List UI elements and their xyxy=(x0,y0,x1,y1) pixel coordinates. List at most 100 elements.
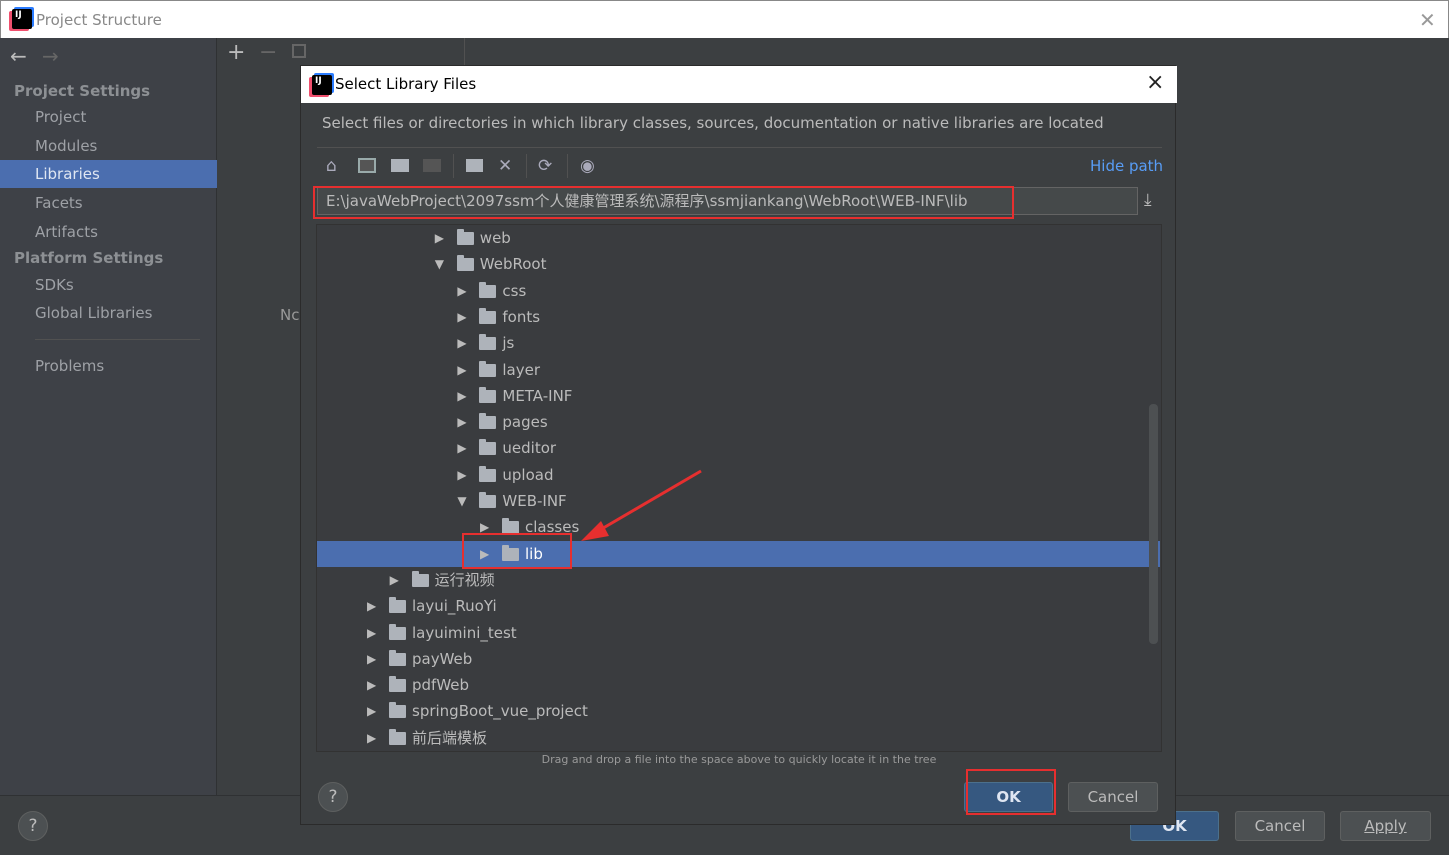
chevron-right-icon[interactable]: ▶ xyxy=(457,330,466,356)
home-icon[interactable]: ⌂ xyxy=(326,156,337,176)
annotation-highlight-path xyxy=(313,186,1014,219)
help-button[interactable]: ? xyxy=(18,811,48,841)
chevron-right-icon[interactable]: ▶ xyxy=(367,593,376,619)
chevron-right-icon[interactable]: ▶ xyxy=(390,567,399,593)
hide-path-link[interactable]: Hide path xyxy=(1090,157,1163,175)
chevron-right-icon[interactable]: ▶ xyxy=(435,225,444,251)
tree-node-label: js xyxy=(502,334,515,353)
sidebar-item-artifacts[interactable]: Artifacts xyxy=(0,218,217,246)
forward-arrow-icon[interactable]: → xyxy=(42,44,59,68)
tree-node[interactable]: ▶ pdfWeb xyxy=(317,672,1160,698)
show-hidden-icon[interactable]: ◉ xyxy=(580,156,595,176)
sidebar-item-problems[interactable]: Problems xyxy=(0,352,217,380)
divider xyxy=(35,339,200,340)
folder-icon xyxy=(479,492,497,508)
nothing-to-show-text: Nc xyxy=(280,306,300,324)
tree-node-label: layui_RuoYi xyxy=(412,597,497,616)
tree-node-label: META-INF xyxy=(502,386,573,405)
tree-node[interactable]: ▶ css xyxy=(317,278,1160,304)
tree-scrollbar[interactable] xyxy=(1149,404,1158,644)
tree-node[interactable]: ▶ springBoot_vue_project xyxy=(317,698,1160,724)
chevron-right-icon[interactable]: ▶ xyxy=(367,620,376,646)
chevron-right-icon[interactable]: ▶ xyxy=(457,462,466,488)
folder-icon xyxy=(411,570,429,587)
add-icon[interactable]: + xyxy=(227,40,245,65)
chevron-right-icon[interactable]: ▶ xyxy=(457,435,466,461)
folder-icon xyxy=(479,334,497,351)
remove-icon[interactable]: − xyxy=(259,40,277,65)
dialog-title: Select Library Files xyxy=(335,75,477,93)
tree-node[interactable]: ▼ WebRoot xyxy=(317,251,1160,277)
chevron-right-icon[interactable]: ▶ xyxy=(457,357,466,383)
tree-node-label: ueditor xyxy=(502,439,557,458)
tree-node-label: springBoot_vue_project xyxy=(412,702,588,721)
close-icon[interactable]: × xyxy=(1146,70,1164,95)
folder-icon xyxy=(479,439,497,456)
tree-node[interactable]: ▶ js xyxy=(317,330,1160,356)
dialog-titlebar: IJ Select Library Files × xyxy=(301,66,1177,103)
sidebar-item-modules[interactable]: Modules xyxy=(0,132,217,160)
back-arrow-icon[interactable]: ← xyxy=(10,44,27,68)
tree-node-label: 运行视频 xyxy=(434,570,495,589)
desktop-icon[interactable] xyxy=(358,158,376,173)
chevron-right-icon[interactable]: ▶ xyxy=(367,672,376,698)
chevron-right-icon[interactable]: ▶ xyxy=(367,646,376,672)
help-button[interactable]: ? xyxy=(318,782,348,812)
download-icon[interactable]: ⤓ xyxy=(1144,190,1152,210)
chevron-down-icon[interactable]: ▼ xyxy=(435,251,444,277)
folder-icon xyxy=(389,597,406,614)
module-folder-icon[interactable] xyxy=(423,159,441,172)
new-folder-icon[interactable] xyxy=(466,159,483,172)
cancel-button[interactable]: Cancel xyxy=(1235,811,1325,841)
apply-button[interactable]: Apply xyxy=(1340,811,1431,841)
tree-node-label: fonts xyxy=(502,307,541,326)
chevron-right-icon[interactable]: ▶ xyxy=(367,725,376,751)
file-tree[interactable]: ▶ web ▼ WebRoot ▶ css ▶ fonts ▶ js ▶ layer ▶ META-INF… xyxy=(316,224,1162,752)
tree-node[interactable]: ▶ classes xyxy=(317,514,1160,540)
tree-node[interactable]: ▶ 运行视频 xyxy=(317,567,1160,593)
tree-node[interactable]: ▶ fonts xyxy=(317,304,1160,330)
section-project-settings: Project Settings xyxy=(14,82,151,100)
chevron-down-icon[interactable]: ▼ xyxy=(457,488,466,514)
tree-node[interactable]: ▶ META-INF xyxy=(317,383,1160,409)
tree-node[interactable]: ▶ ueditor xyxy=(317,435,1160,461)
delete-icon[interactable]: ✕ xyxy=(498,156,512,176)
dialog-description: Select files or directories in which lib… xyxy=(322,114,1104,132)
chevron-right-icon[interactable]: ▶ xyxy=(457,304,466,330)
copy-icon[interactable] xyxy=(292,44,306,58)
chevron-right-icon[interactable]: ▶ xyxy=(457,383,466,409)
folder-icon xyxy=(479,386,497,403)
sidebar-item-sdks[interactable]: SDKs xyxy=(0,271,217,299)
tree-node[interactable]: ▶ payWeb xyxy=(317,646,1160,672)
sidebar-item-project[interactable]: Project xyxy=(0,103,217,131)
tree-node[interactable]: ▼ WEB-INF xyxy=(317,488,1160,514)
tree-node[interactable]: ▶ pages xyxy=(317,409,1160,435)
chevron-right-icon[interactable]: ▶ xyxy=(457,409,466,435)
section-platform-settings: Platform Settings xyxy=(14,249,164,267)
project-folder-icon[interactable] xyxy=(391,159,409,172)
folder-icon xyxy=(479,307,497,324)
tree-node[interactable]: ▶ layer xyxy=(317,357,1160,383)
sidebar-item-libraries[interactable]: Libraries xyxy=(0,160,217,188)
folder-icon xyxy=(389,649,406,666)
close-icon[interactable]: ✕ xyxy=(1419,8,1436,32)
chevron-right-icon[interactable]: ▶ xyxy=(457,278,466,304)
chevron-right-icon[interactable]: ▶ xyxy=(367,698,376,724)
tree-node[interactable]: ▶ layui_RuoYi xyxy=(317,593,1160,619)
tree-node-label: layuimini_test xyxy=(412,623,517,642)
folder-icon xyxy=(479,360,497,377)
tree-node[interactable]: ▶ lib xyxy=(317,540,1160,567)
tree-node[interactable]: ▶ web xyxy=(317,225,1160,251)
divider xyxy=(464,38,465,68)
sidebar-item-facets[interactable]: Facets xyxy=(0,189,217,217)
annotation-highlight-lib xyxy=(462,533,572,569)
dialog-cancel-button[interactable]: Cancel xyxy=(1068,782,1158,812)
tree-node[interactable]: ▶ upload xyxy=(317,462,1160,488)
sidebar-item-global-libraries[interactable]: Global Libraries xyxy=(0,299,217,327)
refresh-icon[interactable]: ⟳ xyxy=(538,156,552,176)
folder-icon xyxy=(479,281,497,298)
folder-icon xyxy=(456,229,474,245)
tree-node[interactable]: ▶ layuimini_test xyxy=(317,620,1160,646)
folder-icon xyxy=(389,728,406,745)
tree-node[interactable]: ▶ 前后端模板 xyxy=(317,725,1160,751)
